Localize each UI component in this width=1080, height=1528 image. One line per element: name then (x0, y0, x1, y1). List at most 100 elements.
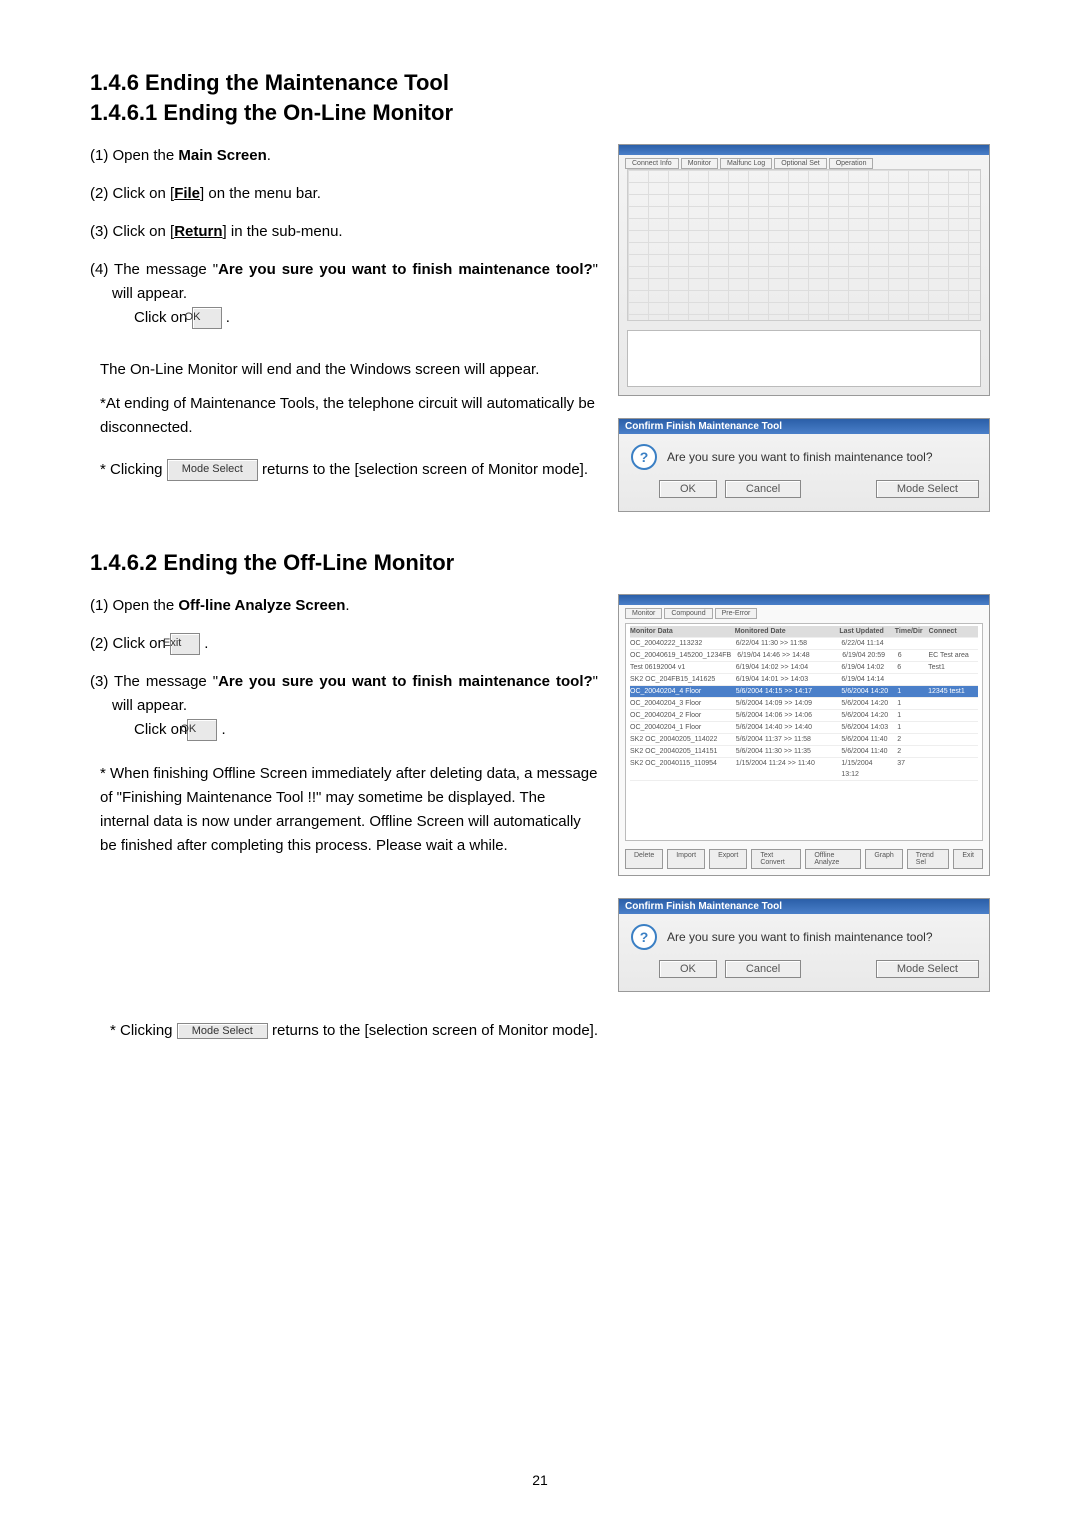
cell: OC_20040204_4 Floor (630, 686, 730, 697)
table-row[interactable]: OC_20040204_4 Floor 5/6/2004 14:15 >> 14:… (630, 686, 978, 698)
cell: OC_20040222_113232 (630, 638, 730, 649)
mode-select-button-inline[interactable]: Mode Select (167, 459, 258, 481)
ss-tab[interactable]: Connect Info (625, 158, 679, 169)
os3-period: . (217, 721, 225, 738)
mode-select-button[interactable]: Mode Select (876, 480, 979, 498)
cell: SK2 OC_204FB15_141625 (630, 674, 730, 685)
cell: 5/6/2004 14:20 (841, 710, 891, 721)
mode-select-button[interactable]: Mode Select (876, 960, 979, 978)
table-row[interactable]: SK2 OC_20040205_1140225/6/2004 11:37 >> … (630, 734, 978, 746)
cell (928, 710, 978, 721)
cell: 6/19/04 14:01 >> 14:03 (736, 674, 836, 685)
confirm-dialog-1: Confirm Finish Maintenance Tool ? Are yo… (618, 418, 990, 512)
cell: Test1 (928, 662, 978, 673)
cancel-button[interactable]: Cancel (725, 480, 801, 498)
step3-bold: Return (174, 223, 222, 240)
offline-tab[interactable]: Compound (664, 608, 712, 619)
step2-bold: File (174, 185, 200, 202)
step1-bold: Main Screen (178, 147, 266, 164)
cell: EC Test area (928, 650, 978, 661)
cell (928, 698, 978, 709)
cell: 1 (897, 698, 922, 709)
ss-tab[interactable]: Operation (829, 158, 874, 169)
cell: SK2 OC_20040115_110954 (630, 758, 730, 780)
cell: 6/19/04 14:46 >> 14:48 (737, 650, 836, 661)
table-row[interactable]: OC_20040619_145200_1234FB6/19/04 14:46 >… (630, 650, 978, 662)
cell: 6/19/04 14:14 (841, 674, 891, 685)
mode-select-button-inline-2[interactable]: Mode Select (177, 1023, 268, 1039)
question-icon: ? (631, 444, 657, 470)
col-h: Last Updated (839, 626, 888, 637)
cell: 12345 test1 (928, 686, 978, 697)
page-number: 21 (0, 1472, 1080, 1488)
table-row[interactable]: SK2 OC_20040205_1141515/6/2004 11:30 >> … (630, 746, 978, 758)
cell: 1 (897, 686, 922, 697)
offline-btn[interactable]: Graph (865, 849, 902, 869)
cell: Test 06192004 v1 (630, 662, 730, 673)
note2-suffix: returns to the [selection screen of Moni… (258, 461, 588, 478)
offline-btn[interactable]: Export (709, 849, 747, 869)
offline-btn[interactable]: Trend Sel (907, 849, 950, 869)
col-h: Time/Dir (895, 626, 923, 637)
heading-1-4-6: 1.4.6 Ending the Maintenance Tool (90, 70, 990, 96)
cell: 5/6/2004 11:40 (841, 746, 891, 757)
cell: 6/19/04 14:02 (841, 662, 891, 673)
off-step-1: (1) Open the Off-line Analyze Screen. (112, 594, 598, 618)
table-row[interactable]: OC_20040204_1 Floor 5/6/2004 14:40 >> 14:… (630, 722, 978, 734)
dialog-message: Are you sure you want to finish maintena… (667, 450, 933, 464)
cell: 1 (897, 722, 922, 733)
heading-1-4-6-2: 1.4.6.2 Ending the Off-Line Monitor (90, 550, 990, 576)
os1-suffix: . (345, 597, 349, 614)
ok-button[interactable]: OK (659, 960, 717, 978)
os3-prefix: (3) The message " (90, 673, 218, 690)
offline-tab[interactable]: Monitor (625, 608, 662, 619)
question-icon: ? (631, 924, 657, 950)
os3-click: Click on (134, 721, 187, 738)
step4-prefix: (4) The message " (90, 261, 218, 278)
offline-btn[interactable]: Text Convert (751, 849, 801, 869)
offline-btn[interactable]: Offline Analyze (805, 849, 861, 869)
offline-analyze-screenshot: Monitor Compound Pre-Error Monitor Data … (618, 594, 990, 876)
table-row[interactable]: SK2 OC_204FB15_141625 6/19/04 14:01 >> 14… (630, 674, 978, 686)
cell: SK2 OC_20040205_114022 (630, 734, 730, 745)
step-2: (2) Click on [File] on the menu bar. (112, 182, 598, 206)
ss-tab[interactable]: Optional Set (774, 158, 827, 169)
n2-prefix: * Clicking (110, 1022, 177, 1039)
cell: 5/6/2004 14:40 >> 14:40 (736, 722, 836, 733)
cell: 5/6/2004 11:30 >> 11:35 (736, 746, 836, 757)
offline-btn[interactable]: Delete (625, 849, 663, 869)
note-mode-select: * Clicking Mode Select returns to the [s… (100, 458, 598, 482)
cell: 6/19/04 14:02 >> 14:04 (736, 662, 836, 673)
off-step-3: (3) The message "Are you sure you want t… (112, 670, 598, 742)
note-telephone: *At ending of Maintenance Tools, the tel… (100, 392, 598, 440)
offline-tab[interactable]: Pre-Error (715, 608, 758, 619)
cell (928, 674, 978, 685)
offline-btn[interactable]: Import (667, 849, 705, 869)
table-row[interactable]: OC_20040204_2 Floor5/6/2004 14:06 >> 14:… (630, 710, 978, 722)
ss-tab[interactable]: Monitor (681, 158, 718, 169)
ok-button[interactable]: OK (659, 480, 717, 498)
cell: 5/6/2004 14:09 >> 14:09 (736, 698, 836, 709)
history-table (627, 330, 981, 387)
cell: 1/15/2004 11:24 >> 11:40 (736, 758, 836, 780)
offline-btn[interactable]: Exit (953, 849, 983, 869)
dialog-title-2: Confirm Finish Maintenance Tool (619, 899, 989, 914)
exit-button-inline[interactable]: Exit (170, 633, 200, 655)
col-h: Monitor Data (630, 626, 729, 637)
ok-button-inline-2[interactable]: OK (187, 719, 217, 741)
confirm-dialog-2: Confirm Finish Maintenance Tool ? Are yo… (618, 898, 990, 992)
cancel-button[interactable]: Cancel (725, 960, 801, 978)
table-row[interactable]: Test 06192004 v1 6/19/04 14:02 >> 14:04 6/… (630, 662, 978, 674)
cell (928, 638, 978, 649)
table-row[interactable]: OC_20040204_3 Floor5/6/2004 14:09 >> 14:… (630, 698, 978, 710)
step-4: (4) The message "Are you sure you want t… (112, 258, 598, 330)
col-h: Monitored Date (735, 626, 834, 637)
cell: 5/6/2004 14:15 >> 14:17 (736, 686, 836, 697)
ok-button-inline[interactable]: OK (192, 307, 222, 329)
ss-tab[interactable]: Malfunc Log (720, 158, 772, 169)
ss-titlebar (619, 145, 989, 155)
table-row[interactable]: OC_20040222_1132326/22/04 11:30 >> 11:58… (630, 638, 978, 650)
cell: OC_20040204_2 Floor (630, 710, 730, 721)
table-row[interactable]: SK2 OC_20040115_110954 1/15/2004 11:24 >>… (630, 758, 978, 781)
cell: OC_20040204_1 Floor (630, 722, 730, 733)
